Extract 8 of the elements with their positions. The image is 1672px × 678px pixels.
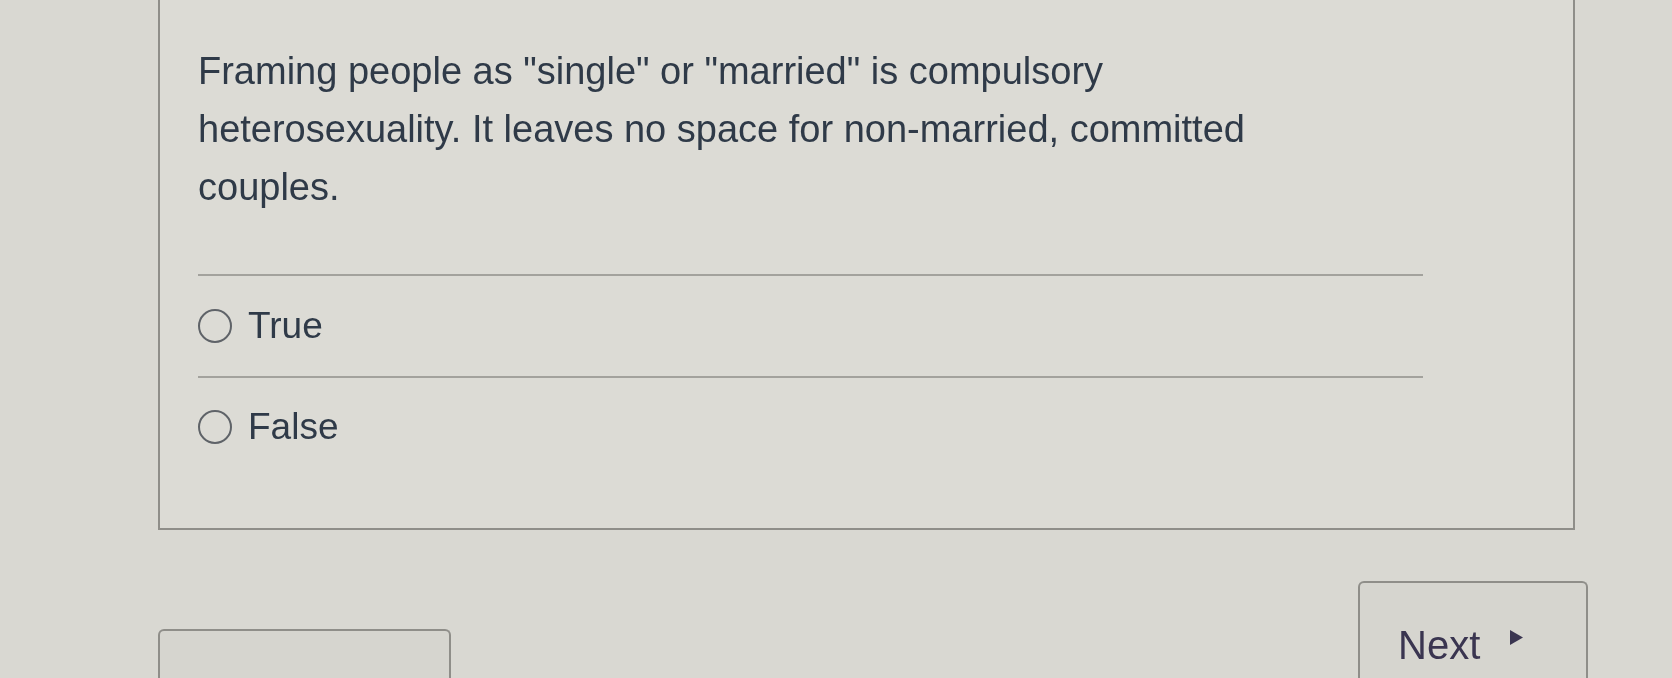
option-label[interactable]: False (248, 399, 339, 455)
option-label[interactable]: True (248, 298, 323, 354)
next-button[interactable]: Next (1358, 581, 1588, 678)
cut-off-button[interactable] (158, 629, 451, 678)
question-text: Framing people as "single" or "married" is compulsory heterosexuality. It leaves no space for non-married, committed couples. (198, 49, 1246, 210)
triangle-icon (1510, 630, 1524, 645)
radio-button[interactable] (198, 410, 232, 444)
radio-button[interactable] (198, 309, 232, 343)
